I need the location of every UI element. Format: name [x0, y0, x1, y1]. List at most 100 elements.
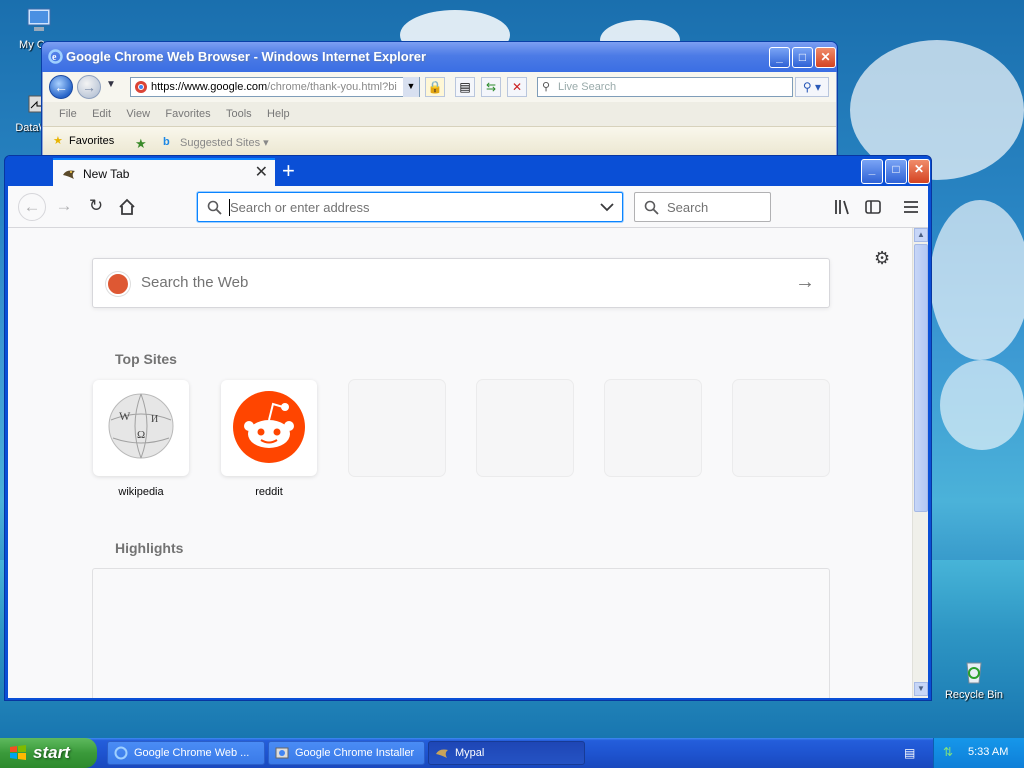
tab-new-tab[interactable]: New Tab ✕ [53, 158, 275, 187]
search-bar-placeholder: Search [667, 200, 709, 215]
network-icon[interactable]: ⇅ [943, 745, 953, 759]
svg-text:И: И [151, 414, 158, 425]
ie-forward-button[interactable]: → [77, 75, 101, 99]
menu-edit[interactable]: Edit [86, 102, 117, 126]
svg-text:e: e [52, 52, 57, 63]
mypal-close-button[interactable]: ✕ [908, 159, 930, 184]
ie-live-search-placeholder: Live Search [558, 81, 617, 93]
suggested-sites-button[interactable]: b Suggested Sites ▾ [163, 136, 269, 149]
tab-close-icon[interactable]: ✕ [255, 164, 268, 182]
star-icon: ★ [53, 135, 63, 147]
menu-file[interactable]: File [53, 102, 83, 126]
sidebar-icon [865, 200, 881, 214]
forward-button[interactable]: → [52, 195, 76, 219]
ie-favorites-bar: ★ Favorites ★ b Suggested Sites ▾ [43, 126, 836, 158]
refresh-icon[interactable]: ⇆ [481, 77, 501, 97]
ie-window: e Google Chrome Web Browser - Windows In… [41, 41, 838, 171]
clock[interactable]: 5:33 AM [968, 746, 1008, 758]
taskbar-item-mypal[interactable]: Mypal [428, 741, 585, 765]
taskbar-item-chrome-installer[interactable]: Google Chrome Installer [268, 741, 425, 765]
home-button[interactable] [115, 195, 139, 219]
mypal-icon [436, 749, 448, 758]
new-tab-button[interactable]: + [282, 159, 295, 183]
add-favorite-icon[interactable]: ★ [135, 136, 147, 152]
duckduckgo-icon [106, 272, 130, 296]
ie-titlebar[interactable]: e Google Chrome Web Browser - Windows In… [42, 42, 837, 72]
favorites-label: Favorites [69, 135, 115, 147]
menu-help[interactable]: Help [261, 102, 296, 126]
top-site-empty[interactable] [733, 380, 829, 476]
ie-search-go-button[interactable]: ⚲ ▾ [795, 77, 829, 97]
chevron-down-icon[interactable] [600, 202, 614, 212]
stop-icon[interactable]: ✕ [507, 77, 527, 97]
web-search-box[interactable]: Search the Web → [92, 258, 830, 308]
back-button[interactable]: ← [18, 193, 46, 221]
scroll-up-icon[interactable]: ▲ [914, 228, 928, 242]
cloud [940, 360, 1024, 450]
menu-favorites[interactable]: Favorites [159, 102, 216, 126]
top-site-reddit[interactable] [221, 380, 317, 476]
ie-live-search-input[interactable]: ⚲ Live Search [537, 77, 793, 97]
menu-tools[interactable]: Tools [220, 102, 258, 126]
ie-address-bar[interactable]: https://www.google.com/chrome/thank-you.… [130, 77, 420, 97]
gear-icon[interactable]: ⚙ [874, 248, 890, 269]
wikipedia-icon: W Ω И [108, 393, 174, 459]
taskbar-item-ie[interactable]: Google Chrome Web ... [107, 741, 265, 765]
desktop-icon-recycle-bin[interactable]: Recycle Bin [939, 655, 1009, 701]
ie-address-dropdown-icon[interactable]: ▼ [403, 77, 419, 97]
scrollbar-thumb[interactable] [914, 244, 928, 512]
vertical-scrollbar[interactable]: ▲ ▼ [912, 228, 928, 698]
highlights-title: Highlights [115, 540, 184, 556]
top-site-label: wikipedia [118, 486, 164, 498]
hamburger-icon [904, 201, 918, 213]
installer-icon [275, 747, 289, 759]
top-site-label: reddit [255, 486, 283, 498]
nav-toolbar: ← → ↻ Search or enter address Search [8, 186, 928, 228]
top-site-empty[interactable] [349, 380, 445, 476]
ie-maximize-button[interactable]: □ [792, 47, 813, 68]
top-sites-title: Top Sites [115, 351, 177, 367]
menu-view[interactable]: View [120, 102, 156, 126]
top-site-wikipedia[interactable]: W Ω И [93, 380, 189, 476]
mypal-maximize-button[interactable]: □ [885, 159, 907, 184]
menu-button[interactable] [899, 195, 923, 219]
sidebar-button[interactable] [861, 195, 885, 219]
url-bar[interactable]: Search or enter address [197, 192, 623, 222]
recycle-bin-icon [958, 655, 990, 687]
computer-icon [22, 5, 54, 37]
ie-address-path: /chrome/thank-you.html?bi [267, 81, 397, 93]
reload-button[interactable]: ↻ [84, 195, 108, 219]
new-tab-page: ⚙ Search the Web → Top Sites W Ω И wikip… [8, 228, 912, 698]
mypal-minimize-button[interactable]: _ [861, 159, 883, 184]
top-site-empty[interactable] [477, 380, 573, 476]
ie-history-dropdown-icon[interactable]: ▼ [106, 79, 116, 90]
windows-flag-icon [10, 745, 26, 760]
search-icon: ⚲ [542, 81, 551, 93]
ie-close-button[interactable]: ✕ [815, 47, 836, 68]
highlights-panel [92, 568, 830, 698]
lock-icon[interactable]: 🔒 [425, 77, 445, 97]
desktop-icon-label: Recycle Bin [944, 689, 1004, 701]
tab-bar: New Tab ✕ + _ □ ✕ [8, 156, 930, 187]
ie-navbar: ← → ▼ https://www.google.com/chrome/than… [43, 72, 836, 102]
compatibility-icon[interactable]: ▤ [455, 77, 475, 97]
start-button[interactable]: start [0, 738, 97, 768]
mypal-window: New Tab ✕ + _ □ ✕ ← → ↻ Search or enter … [4, 155, 932, 701]
ie-logo-icon: e [48, 49, 63, 64]
ie-minimize-button[interactable]: _ [769, 47, 790, 68]
chrome-favicon-icon [135, 81, 147, 93]
keyboard-icon[interactable]: ▤ [904, 746, 915, 760]
top-site-empty[interactable] [605, 380, 701, 476]
ie-menubar: File Edit View Favorites Tools Help [43, 102, 836, 126]
favorites-button[interactable]: ★ Favorites [53, 135, 114, 147]
arrow-right-icon[interactable]: → [795, 271, 815, 294]
scroll-down-icon[interactable]: ▼ [914, 682, 928, 696]
ie-back-button[interactable]: ← [49, 75, 73, 99]
search-bar[interactable]: Search [634, 192, 771, 222]
web-search-placeholder: Search the Web [141, 274, 249, 291]
mypal-icon [63, 170, 75, 179]
home-icon [119, 198, 135, 215]
system-tray: ⇅ 5:33 AM [933, 738, 1024, 768]
library-button[interactable] [831, 195, 855, 219]
library-icon [835, 200, 849, 215]
